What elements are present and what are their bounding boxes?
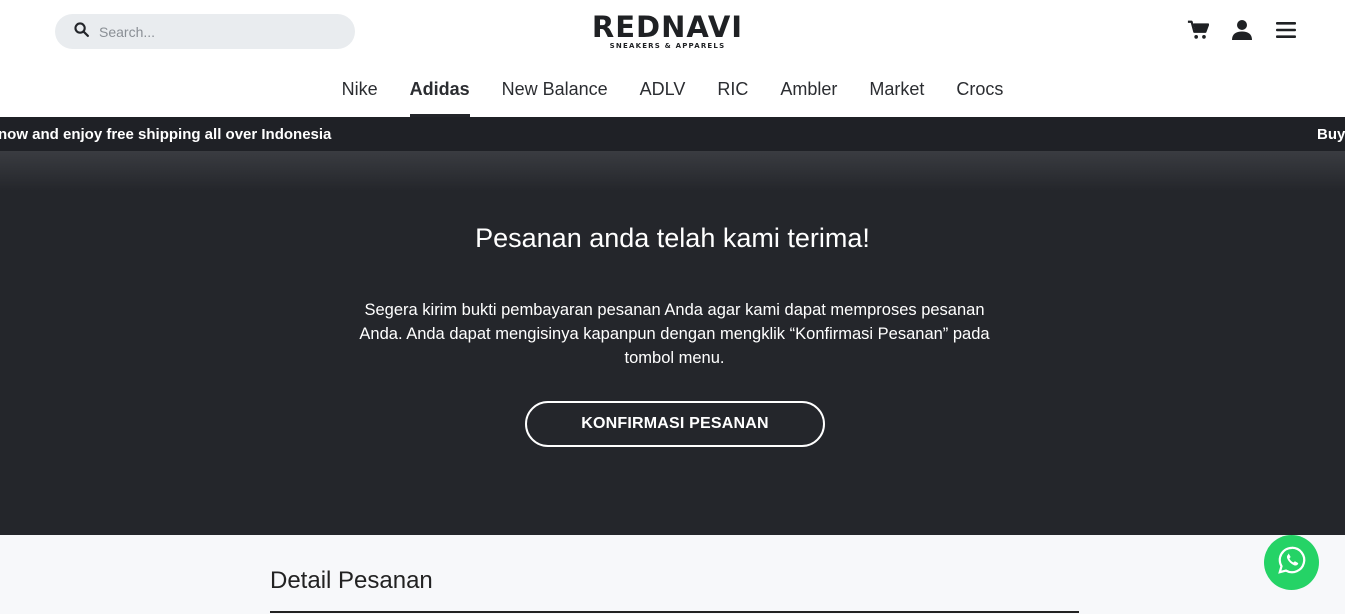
search-bar[interactable]	[55, 14, 355, 49]
logo-text: REDNAVI	[591, 10, 744, 44]
order-confirmation-panel: Pesanan anda telah kami terima! Segera k…	[0, 151, 1345, 535]
brand-nav: Nike Adidas New Balance ADLV RIC Ambler …	[0, 78, 1345, 117]
nav-item-adlv[interactable]: ADLV	[624, 78, 702, 117]
whatsapp-button[interactable]	[1264, 535, 1319, 590]
search-icon[interactable]	[73, 21, 90, 43]
nav-item-new-balance[interactable]: New Balance	[486, 78, 624, 117]
user-icon[interactable]	[1231, 19, 1253, 41]
search-input[interactable]	[99, 23, 339, 40]
nav-item-market[interactable]: Market	[853, 78, 940, 117]
order-detail-title: Detail Pesanan	[270, 567, 433, 594]
cart-icon[interactable]	[1187, 19, 1209, 41]
nav-item-nike[interactable]: Nike	[326, 78, 394, 117]
nav-item-crocs[interactable]: Crocs	[940, 78, 1019, 117]
nav-item-ambler[interactable]: Ambler	[764, 78, 853, 117]
panel-shadow	[0, 151, 1345, 191]
order-detail-section: Detail Pesanan	[0, 535, 1345, 614]
site-header: REDNAVI SNEAKERS & APPARELS Nike Adidas …	[0, 0, 1345, 117]
nav-item-adidas[interactable]: Adidas	[394, 78, 486, 117]
marquee-text-next: Buy	[1317, 126, 1345, 143]
confirmation-description: Segera kirim bukti pembayaran pesanan An…	[359, 301, 990, 367]
nav-item-ric[interactable]: RIC	[701, 78, 764, 117]
header-icons	[1187, 19, 1297, 41]
marquee-text: now and enjoy free shipping all over Ind…	[0, 126, 332, 143]
confirmation-title: Pesanan anda telah kami terima!	[475, 223, 870, 253]
divider	[270, 611, 1079, 613]
confirm-order-button[interactable]: KONFIRMASI PESANAN	[525, 401, 825, 447]
whatsapp-icon	[1277, 545, 1307, 580]
logo[interactable]: REDNAVI SNEAKERS & APPARELS	[590, 12, 745, 50]
menu-icon[interactable]	[1275, 19, 1297, 41]
promo-marquee: now and enjoy free shipping all over Ind…	[0, 117, 1345, 151]
